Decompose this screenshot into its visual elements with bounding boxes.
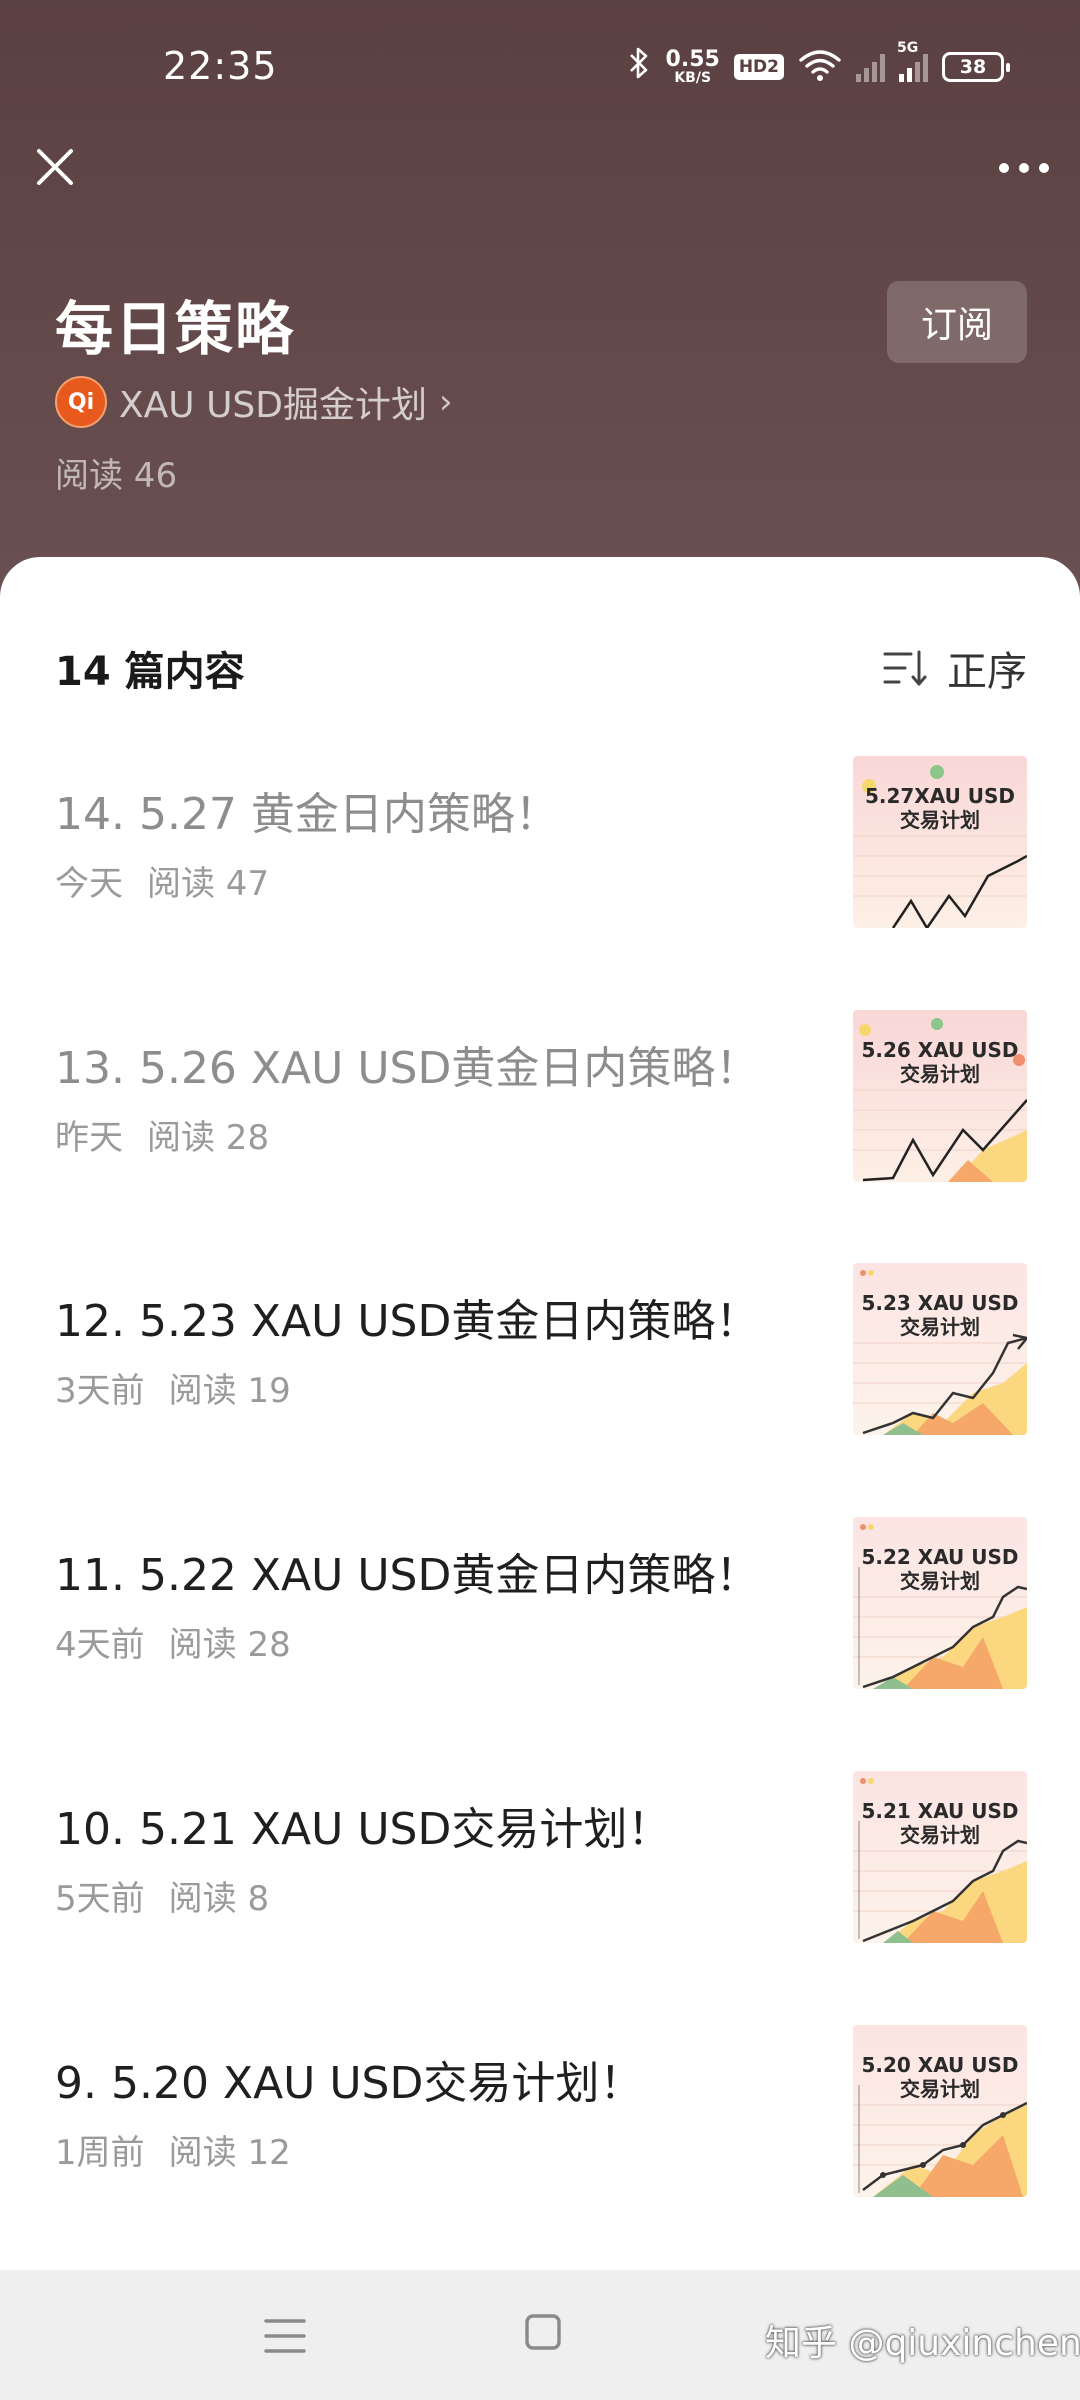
article-meta: 3天前 阅读 19 xyxy=(55,1363,291,1412)
battery-level: 38 xyxy=(959,56,987,78)
more-button[interactable] xyxy=(994,148,1054,188)
thumbnail-caption: 5.21 XAU USD 交易计划 xyxy=(861,1799,1019,1847)
article-meta: 昨天 阅读 28 xyxy=(55,1110,269,1159)
article-time: 昨天 xyxy=(55,1118,123,1158)
signal-icon: 5G xyxy=(897,40,928,82)
article-meta: 4天前 阅读 28 xyxy=(55,1617,291,1666)
battery-icon: 38 xyxy=(942,52,1010,82)
article-meta: 1周前 阅读 12 xyxy=(55,2125,291,2174)
status-bar: 22:35 0.55 KB/S HD2 5G 38 xyxy=(0,0,1080,130)
list-item[interactable]: 10. 5.21 XAU USD交易计划！ 5天前 阅读 8 5.21 XAU U… xyxy=(55,1771,1027,1943)
read-count: 阅读 46 xyxy=(55,456,178,496)
article-thumbnail: 5.26 XAU USD 交易计划 xyxy=(853,1010,1027,1182)
avatar: Qi xyxy=(55,376,107,428)
thumbnail-caption: 5.23 XAU USD 交易计划 xyxy=(861,1291,1019,1339)
close-icon xyxy=(37,149,73,185)
sort-icon xyxy=(883,650,927,686)
list-header: 14 篇内容 正序 xyxy=(55,639,1027,695)
thumbnail-caption: 5.22 XAU USD 交易计划 xyxy=(861,1545,1019,1593)
content-count: 14 篇内容 xyxy=(55,649,245,695)
list-item[interactable]: 11. 5.22 XAU USD黄金日内策略！ 4天前 阅读 28 5.22 XA… xyxy=(55,1517,1027,1689)
article-time: 今天 xyxy=(55,864,123,904)
net-speed-unit: KB/S xyxy=(674,70,712,86)
list-item[interactable]: 12. 5.23 XAU USD黄金日内策略！ 3天前 阅读 19 5.23 XA… xyxy=(55,1263,1027,1435)
page-title: 每日策略 xyxy=(55,295,296,363)
net-speed: 0.55 KB/S xyxy=(665,47,720,86)
article-thumbnail: 5.20 XAU USD 交易计划 xyxy=(853,2025,1027,2197)
article-title: 13. 5.26 XAU USD黄金日内策略！ xyxy=(55,1043,760,1094)
article-time: 3天前 xyxy=(55,1371,145,1411)
article-reads: 阅读 12 xyxy=(168,2133,291,2173)
thumbnail-caption: 5.20 XAU USD 交易计划 xyxy=(861,2053,1019,2101)
list-item[interactable]: 14. 5.27 黄金日内策略！ 今天 阅读 47 5.27XAU USD 交易计划 xyxy=(55,756,1027,928)
subscribe-button[interactable]: 订阅 xyxy=(887,281,1027,363)
article-title: 9. 5.20 XAU USD交易计划！ xyxy=(55,2058,644,2109)
article-title: 10. 5.21 XAU USD交易计划！ xyxy=(55,1804,672,1855)
chevron-right-icon: › xyxy=(439,382,453,422)
author-name: XAU USD掘金计划 xyxy=(119,385,428,426)
author-link[interactable]: Qi XAU USD掘金计划 › xyxy=(55,374,453,430)
article-title: 12. 5.23 XAU USD黄金日内策略！ xyxy=(55,1296,760,1347)
signal-tag: 5G xyxy=(897,40,919,56)
header: 22:35 0.55 KB/S HD2 5G 38 每日策略 订阅 Qi XAU… xyxy=(0,0,1080,600)
sort-label: 正序 xyxy=(947,649,1027,695)
article-time: 1周前 xyxy=(55,2133,145,2173)
article-thumbnail: 5.23 XAU USD 交易计划 xyxy=(853,1263,1027,1435)
list-item[interactable]: 9. 5.20 XAU USD交易计划！ 1周前 阅读 12 5.20 XAU U… xyxy=(55,2025,1027,2197)
article-time: 4天前 xyxy=(55,1625,145,1665)
article-reads: 阅读 8 xyxy=(168,1879,270,1919)
article-meta: 今天 阅读 47 xyxy=(55,856,269,905)
sort-toggle[interactable]: 正序 xyxy=(883,639,1027,697)
article-time: 5天前 xyxy=(55,1879,145,1919)
status-time: 22:35 xyxy=(163,44,278,88)
signal-icon-sim1 xyxy=(856,52,885,82)
article-meta: 5天前 阅读 8 xyxy=(55,1871,269,1920)
article-reads: 阅读 19 xyxy=(168,1371,291,1411)
article-title: 14. 5.27 黄金日内策略！ xyxy=(55,789,559,840)
thumbnail-caption: 5.27XAU USD 交易计划 xyxy=(864,784,1016,832)
list-item[interactable]: 13. 5.26 XAU USD黄金日内策略！ 昨天 阅读 28 5.26 XAU… xyxy=(55,1010,1027,1182)
article-thumbnail: 5.22 XAU USD 交易计划 xyxy=(853,1517,1027,1689)
article-thumbnail: 5.21 XAU USD 交易计划 xyxy=(853,1771,1027,1943)
wifi-icon xyxy=(798,48,842,86)
close-button[interactable] xyxy=(28,140,82,194)
hd-badge: HD2 xyxy=(733,54,784,80)
recent-apps-button[interactable] xyxy=(262,2313,308,2359)
thumbnail-caption: 5.26 XAU USD 交易计划 xyxy=(861,1038,1019,1086)
watermark: 知乎 @qiuxincheng xyxy=(765,2323,1080,2364)
article-thumbnail: 5.27XAU USD 交易计划 xyxy=(853,756,1027,928)
article-list-sheet: 14 篇内容 正序 14. 5.27 黄金日内策略！ 今天 阅读 47 5.27X… xyxy=(0,557,1080,2270)
status-icons: 0.55 KB/S HD2 5G 38 xyxy=(626,40,1010,92)
system-nav-bar: 知乎 @qiuxincheng xyxy=(0,2270,1080,2400)
net-speed-value: 0.55 xyxy=(665,47,720,72)
article-reads: 阅读 47 xyxy=(147,864,270,904)
home-button[interactable] xyxy=(523,2312,563,2352)
article-reads: 阅读 28 xyxy=(168,1625,291,1665)
article-reads: 阅读 28 xyxy=(147,1118,270,1158)
more-dots-icon xyxy=(999,163,1049,173)
article-title: 11. 5.22 XAU USD黄金日内策略！ xyxy=(55,1550,760,1601)
bluetooth-icon xyxy=(626,46,652,88)
